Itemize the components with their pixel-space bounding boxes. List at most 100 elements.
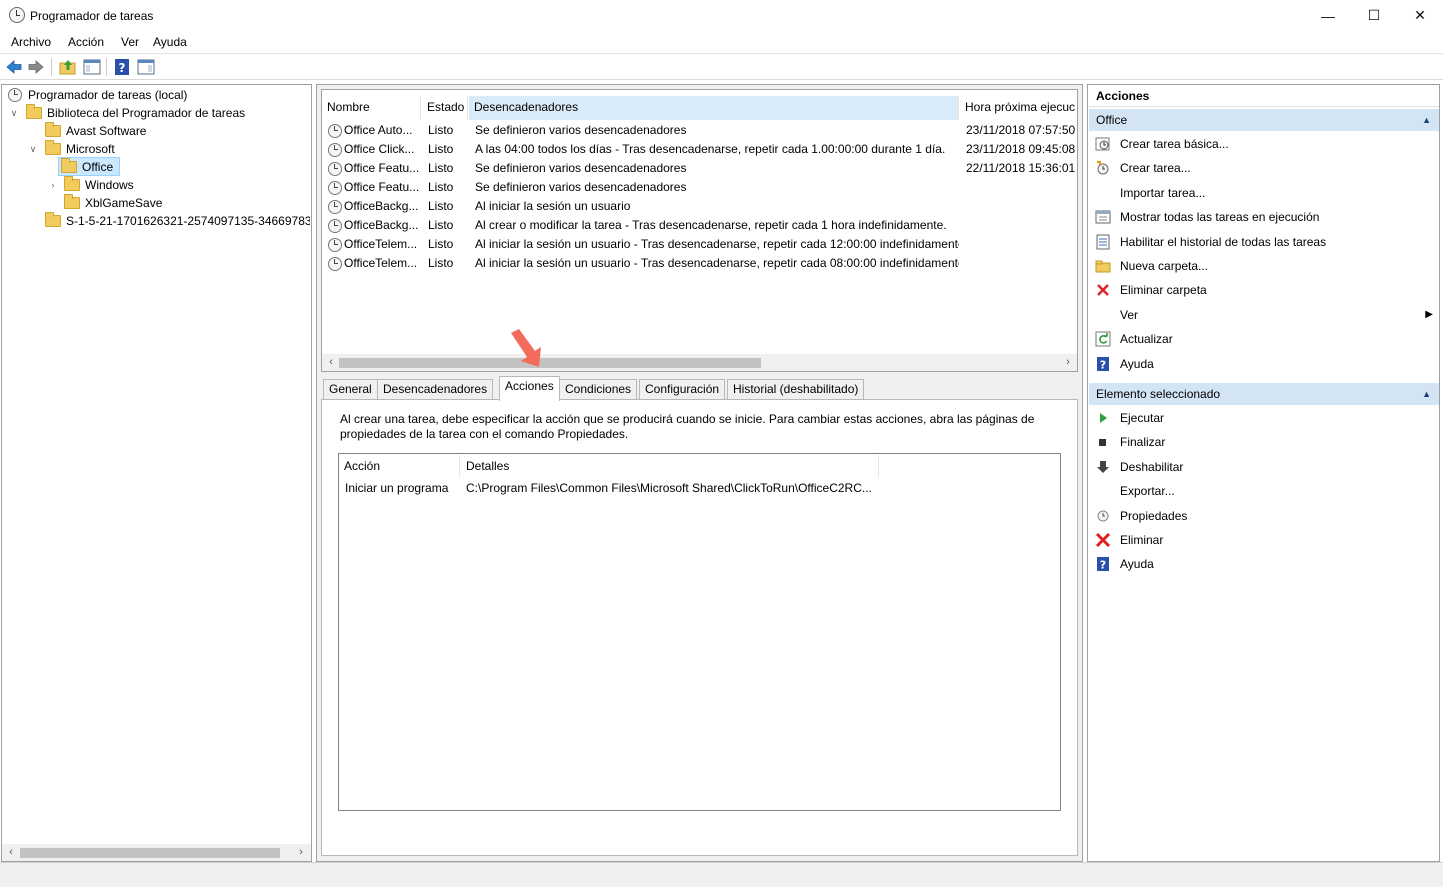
task-list-hscrollbar[interactable]: ‹ › (322, 354, 1077, 371)
action-label: Eliminar carpeta (1120, 283, 1207, 298)
scroll-thumb[interactable] (20, 848, 280, 858)
tree-node-xblgamesave[interactable]: XblGameSave (6, 194, 306, 212)
task-status: Listo (428, 180, 454, 194)
collapse-up-icon[interactable]: ▲ (1422, 109, 1431, 131)
scroll-right-icon[interactable]: › (295, 846, 307, 858)
toolbar-separator (51, 58, 52, 76)
action-actualizar[interactable]: Actualizar (1089, 327, 1439, 351)
running-tasks-icon (1095, 209, 1111, 225)
task-status: Listo (428, 123, 454, 137)
scroll-left-icon[interactable]: ‹ (325, 356, 337, 368)
task-row[interactable]: Office Featu... Listo Se definieron varios… (322, 159, 1077, 178)
tab-desencadenadores[interactable]: Desencadenadores (377, 379, 494, 400)
action-crear-tarea[interactable]: Crear tarea... (1089, 156, 1439, 180)
back-arrow-icon[interactable] (5, 58, 23, 76)
section-header-office[interactable]: Office ▲ (1089, 109, 1439, 131)
action-label: Crear tarea básica... (1120, 137, 1229, 151)
properties-icon (1095, 508, 1111, 524)
menu-archivo[interactable]: Archivo (11, 35, 51, 49)
task-clock-icon (328, 219, 342, 233)
tab-historial[interactable]: Historial (deshabilitado) (727, 379, 865, 400)
action-propiedades[interactable]: Propiedades (1089, 504, 1439, 528)
tree-node-avast[interactable]: Avast Software (6, 122, 306, 140)
title-bar: Programador de tareas — ✕ ☐ (0, 0, 1443, 31)
maximize-button[interactable]: ☐ (1351, 0, 1397, 31)
menu-ayuda[interactable]: Ayuda (153, 35, 187, 49)
chevron-down-icon[interactable]: ∨ (28, 144, 38, 154)
show-hide-action-pane-icon[interactable] (137, 58, 155, 76)
tab-acciones[interactable]: Acciones (499, 376, 560, 401)
chevron-down-icon[interactable]: ∨ (9, 108, 19, 118)
action-ver[interactable]: Ver ▶ (1089, 303, 1439, 327)
column-header-accion[interactable]: Acción (339, 455, 460, 477)
task-name: OfficeBackg... (344, 199, 419, 213)
svg-text:?: ? (1100, 358, 1106, 371)
action-label: Ayuda (1120, 356, 1154, 371)
menu-ver[interactable]: Ver (121, 35, 139, 49)
column-header-hora[interactable]: Hora próxima ejecuc (960, 96, 1077, 120)
column-header-desencadenadores[interactable]: Desencadenadores (469, 96, 959, 120)
tab-general[interactable]: General (323, 379, 378, 400)
scroll-left-icon[interactable]: ‹ (5, 846, 17, 858)
column-header-nombre[interactable]: Nombre (322, 96, 421, 120)
svg-text:?: ? (1100, 559, 1106, 572)
action-deshabilitar[interactable]: Deshabilitar (1089, 455, 1439, 479)
task-row[interactable]: OfficeBackg... Listo Al crear o modificar … (322, 216, 1077, 235)
task-triggers: Al iniciar la sesión un usuario - Tras d… (475, 237, 959, 251)
action-ayuda[interactable]: ? Ayuda (1089, 352, 1439, 376)
action-mostrar-todas-las-tareas-en-ejecución[interactable]: Mostrar todas las tareas en ejecución (1089, 205, 1439, 229)
forward-arrow-icon[interactable] (27, 58, 45, 76)
tree-node-office[interactable]: Office (58, 157, 120, 176)
task-clock-icon (328, 124, 342, 138)
menu-accion[interactable]: Acción (68, 35, 104, 49)
action-eliminar-carpeta[interactable]: Eliminar carpeta (1089, 278, 1439, 302)
action-nueva-carpeta[interactable]: Nueva carpeta... (1089, 254, 1439, 278)
collapse-up-icon[interactable]: ▲ (1422, 383, 1431, 405)
task-row[interactable]: Office Click... Listo A las 04:00 todos lo… (322, 140, 1077, 159)
close-button[interactable]: ✕ (1397, 0, 1443, 31)
tree-node-microsoft[interactable]: ∨ Microsoft (6, 140, 306, 158)
center-pane: Nombre Estado Desencadenadores Hora próx… (316, 84, 1083, 862)
new-folder-icon (1095, 258, 1111, 274)
up-folder-icon[interactable] (59, 58, 77, 76)
task-next-run: 23/11/2018 09:45:08 (966, 142, 1076, 156)
tree-node-library[interactable]: ∨ Biblioteca del Programador de tareas (6, 104, 306, 122)
show-hide-tree-icon[interactable] (83, 58, 101, 76)
task-name: Office Featu... (344, 161, 420, 175)
task-row[interactable]: Office Auto... Listo Se definieron varios … (322, 121, 1077, 140)
task-row[interactable]: Office Featu... Listo Se definieron varios… (322, 178, 1077, 197)
menu-bar: Archivo Acción Ver Ayuda (0, 31, 1443, 53)
task-clock-icon (328, 181, 342, 195)
help-icon[interactable]: ? (113, 58, 131, 76)
action-row[interactable]: Iniciar un programa C:\Program Files\Com… (339, 479, 1062, 498)
tree-hscrollbar[interactable]: ‹ › (2, 844, 311, 861)
scroll-thumb[interactable] (339, 358, 761, 368)
tree-node-root[interactable]: Programador de tareas (local) (6, 86, 306, 104)
tree-node-windows[interactable]: › Windows (6, 176, 306, 194)
minimize-button[interactable]: — (1305, 0, 1351, 31)
column-header-detalles[interactable]: Detalles (461, 455, 879, 477)
action-crear-tarea-básica[interactable]: Crear tarea básica... (1089, 132, 1439, 156)
action-importar-tarea[interactable]: Importar tarea... (1089, 181, 1439, 205)
action-exportar[interactable]: Exportar... (1089, 479, 1439, 503)
tree-node-sid[interactable]: S-1-5-21-1701626321-2574097135-34669783-… (6, 212, 310, 230)
help-icon: ? (1095, 356, 1111, 372)
task-row[interactable]: OfficeBackg... Listo Al iniciar la sesión … (322, 197, 1077, 216)
tree-node-label: Office (82, 160, 114, 174)
action-eliminar[interactable]: Eliminar (1089, 528, 1439, 552)
action-habilitar-el-historial-de-todas-las-tareas[interactable]: Habilitar el historial de todas las tare… (1089, 230, 1439, 254)
section-header-selected[interactable]: Elemento seleccionado ▲ (1089, 383, 1439, 405)
task-row[interactable]: OfficeTelem... Listo Al iniciar la sesión … (322, 235, 1077, 254)
actions-description: Al crear una tarea, debe especificar la … (340, 412, 1035, 441)
task-triggers: Al iniciar la sesión un usuario - Tras d… (475, 256, 959, 270)
column-header-estado[interactable]: Estado (422, 96, 468, 120)
action-finalizar[interactable]: Finalizar (1089, 430, 1439, 454)
action-ejecutar[interactable]: Ejecutar (1089, 406, 1439, 430)
tab-configuracion[interactable]: Configuración (639, 379, 726, 400)
task-row[interactable]: OfficeTelem... Listo Al iniciar la sesión … (322, 254, 1077, 273)
action-label: Ver (1120, 307, 1139, 322)
chevron-right-icon[interactable]: › (48, 180, 58, 190)
tab-condiciones[interactable]: Condiciones (559, 379, 638, 400)
scroll-right-icon[interactable]: › (1062, 356, 1074, 368)
action-ayuda[interactable]: ? Ayuda (1089, 552, 1439, 576)
